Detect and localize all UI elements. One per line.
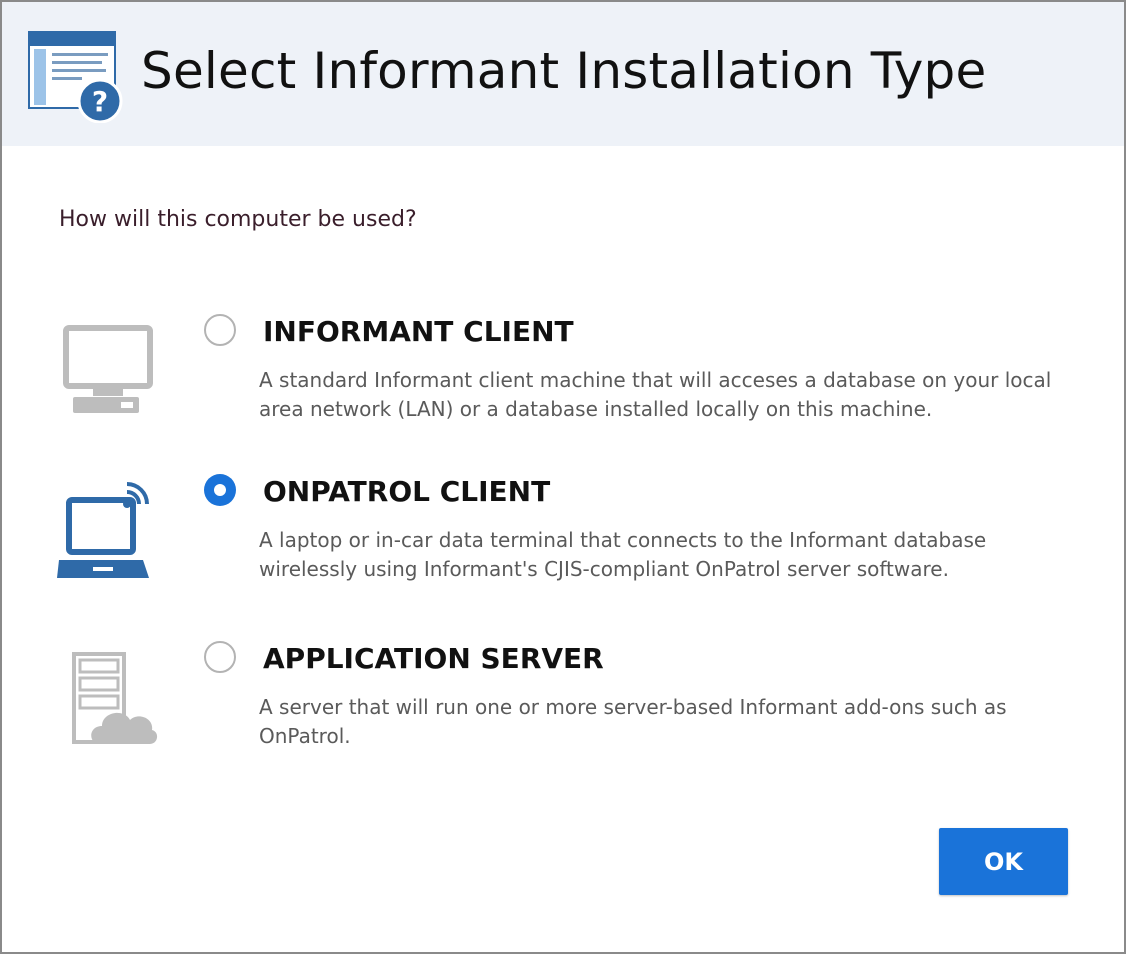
usage-prompt: How will this computer be used? [59, 207, 417, 232]
radio-informant-client[interactable] [204, 314, 236, 346]
radio-application-server[interactable] [204, 641, 236, 673]
option-description-informant-client: A standard Informant client machine that… [259, 368, 1052, 421]
dialog-header: ? Select Informant Installation Type [2, 2, 1124, 146]
option-title-onpatrol-client[interactable]: ONPATROL CLIENT [263, 475, 550, 508]
option-title-application-server[interactable]: APPLICATION SERVER [263, 642, 604, 675]
option-title-informant-client[interactable]: INFORMANT CLIENT [263, 315, 574, 348]
option-description-onpatrol-client: A laptop or in-car data terminal that co… [259, 528, 987, 581]
option-description-application-server: A server that will run one or more serve… [259, 695, 1007, 748]
window-help-icon: ? [28, 31, 123, 123]
server-cloud-icon [72, 652, 158, 744]
laptop-wireless-icon [57, 482, 149, 578]
radio-onpatrol-client[interactable] [204, 474, 236, 506]
dialog-title: Select Informant Installation Type [141, 42, 987, 100]
ok-button[interactable]: OK [939, 828, 1068, 895]
installation-type-dialog: ? Select Informant Installation Type How… [0, 0, 1126, 954]
desktop-computer-icon [63, 325, 153, 413]
svg-text:?: ? [92, 85, 108, 118]
